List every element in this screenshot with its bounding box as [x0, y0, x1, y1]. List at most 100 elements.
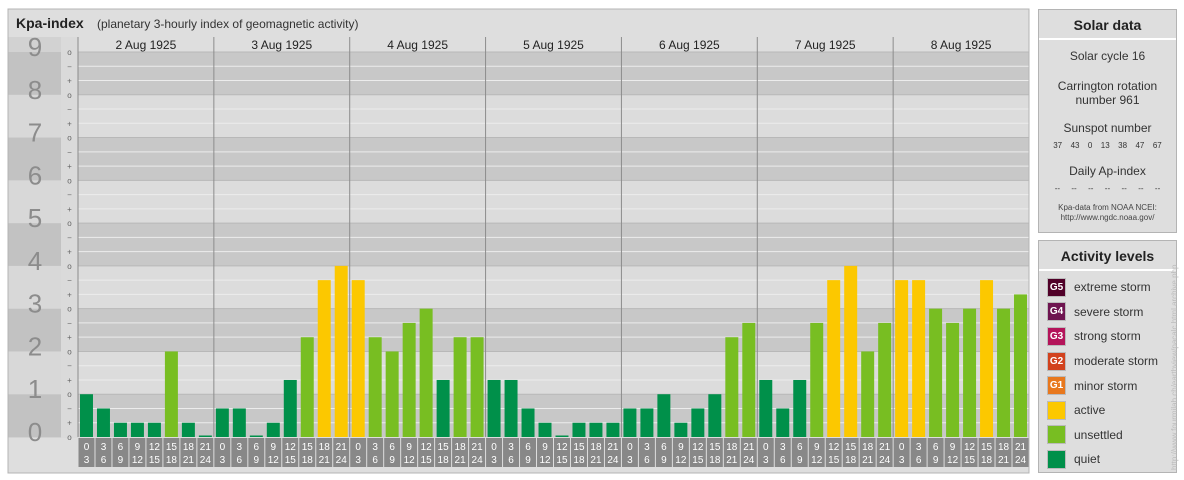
kp-bar	[351, 280, 365, 437]
y-minor-tick: o	[67, 176, 72, 185]
solar-data-title: Solar data	[1039, 10, 1176, 40]
kp-bar	[980, 280, 994, 437]
x-tick-end: 9	[254, 455, 260, 466]
kp-bar	[793, 379, 807, 437]
y-minor-tick: −	[67, 233, 72, 242]
level-swatch: G4	[1047, 302, 1066, 322]
kp-bar	[708, 394, 722, 437]
x-tick-start: 3	[508, 442, 514, 453]
x-tick-start: 15	[302, 442, 314, 453]
level-label: strong storm	[1074, 329, 1141, 344]
x-tick-start: 6	[933, 442, 939, 453]
kp-bar	[147, 422, 161, 437]
level-extreme-storm: G5 extreme storm	[1039, 275, 1176, 300]
x-tick-end: 24	[336, 455, 348, 466]
y-minor-tick: o	[67, 390, 72, 399]
kp-bar	[997, 308, 1011, 437]
level-label: moderate storm	[1074, 354, 1159, 369]
kp-bar	[453, 337, 467, 437]
y-minor-tick: o	[67, 219, 72, 228]
sunspot-value: 38	[1118, 141, 1128, 150]
kp-bar	[572, 422, 586, 437]
ap-value: --	[1138, 184, 1144, 193]
y-minor-tick: o	[67, 262, 72, 271]
x-tick-end: 6	[372, 455, 378, 466]
day-label: 8 Aug 1925	[931, 38, 992, 52]
x-tick-start: 6	[797, 442, 803, 453]
x-tick-end: 15	[964, 455, 976, 466]
x-tick-end: 3	[84, 455, 90, 466]
day-label: 6 Aug 1925	[659, 38, 720, 52]
kp-bar	[368, 337, 382, 437]
x-tick-start: 21	[200, 442, 212, 453]
sunspot-value: 43	[1070, 141, 1080, 150]
sunspot-value: 37	[1053, 141, 1063, 150]
y-minor-tick: +	[67, 119, 72, 128]
x-tick-end: 6	[916, 455, 922, 466]
solar-data-panel: Solar data Solar cycle 16 Carrington rot…	[1038, 9, 1177, 233]
x-tick-end: 24	[879, 455, 891, 466]
kp-bar	[402, 322, 416, 437]
kp-bar	[844, 265, 858, 437]
y-tick-label: 6	[28, 160, 42, 190]
kp-bar	[487, 379, 501, 437]
kp-bar	[759, 379, 773, 437]
x-tick-end: 24	[1015, 455, 1027, 466]
x-tick-start: 12	[964, 442, 976, 453]
x-tick-start: 15	[166, 442, 178, 453]
x-tick-start: 9	[406, 442, 412, 453]
x-tick-end: 18	[302, 455, 314, 466]
x-tick-start: 6	[661, 442, 667, 453]
level-unsettled: unsettled	[1039, 423, 1176, 448]
y-minor-tick: −	[67, 105, 72, 114]
x-tick-start: 9	[678, 442, 684, 453]
y-minor-tick: −	[67, 404, 72, 413]
y-tick-label: 9	[28, 32, 42, 62]
day-label: 2 Aug 1925	[116, 38, 177, 52]
ap-index-label: Daily Ap-index	[1069, 164, 1146, 178]
x-tick-start: 3	[372, 442, 378, 453]
x-tick-start: 9	[814, 442, 820, 453]
x-tick-end: 15	[149, 455, 161, 466]
x-tick-start: 21	[336, 442, 348, 453]
level-swatch: G5	[1047, 277, 1066, 297]
x-tick-start: 18	[862, 442, 874, 453]
x-tick-start: 21	[1015, 442, 1027, 453]
level-label: severe storm	[1074, 304, 1144, 319]
x-tick-start: 6	[254, 442, 260, 453]
sunspot-value: 13	[1100, 141, 1110, 150]
x-tick-start: 6	[118, 442, 124, 453]
kp-bar	[538, 422, 552, 437]
kp-bar	[130, 422, 144, 437]
x-tick-start: 3	[916, 442, 922, 453]
carrington-rotation-label: Carrington rotation	[1057, 79, 1158, 93]
x-tick-end: 12	[132, 455, 144, 466]
ap-value: --	[1071, 184, 1077, 193]
kp-bar	[215, 408, 229, 437]
x-tick-start: 18	[726, 442, 738, 453]
level-active: active	[1039, 398, 1176, 423]
kp-bar	[232, 408, 246, 437]
kp-bar	[895, 280, 909, 437]
band	[78, 180, 1029, 224]
level-swatch: G3	[1047, 326, 1066, 346]
x-tick-start: 6	[389, 442, 395, 453]
kp-bar	[640, 408, 654, 437]
kp-bar	[436, 379, 450, 437]
x-tick-end: 6	[508, 455, 514, 466]
x-tick-end: 18	[438, 455, 450, 466]
y-minor-tick: +	[67, 290, 72, 299]
x-tick-start: 3	[101, 442, 107, 453]
source-link[interactable]: http://www.ngdc.noaa.gov/	[1039, 213, 1176, 223]
kp-bar	[164, 351, 178, 437]
x-tick-start: 18	[998, 442, 1010, 453]
kp-bar	[725, 337, 739, 437]
y-tick-label: 2	[28, 331, 42, 361]
kp-bar	[283, 379, 297, 437]
x-tick-end: 21	[590, 455, 602, 466]
x-tick-start: 15	[845, 442, 857, 453]
y-minor-tick: o	[67, 305, 72, 314]
x-tick-end: 3	[899, 455, 905, 466]
y-minor-tick: +	[67, 419, 72, 428]
kp-bar	[691, 408, 705, 437]
